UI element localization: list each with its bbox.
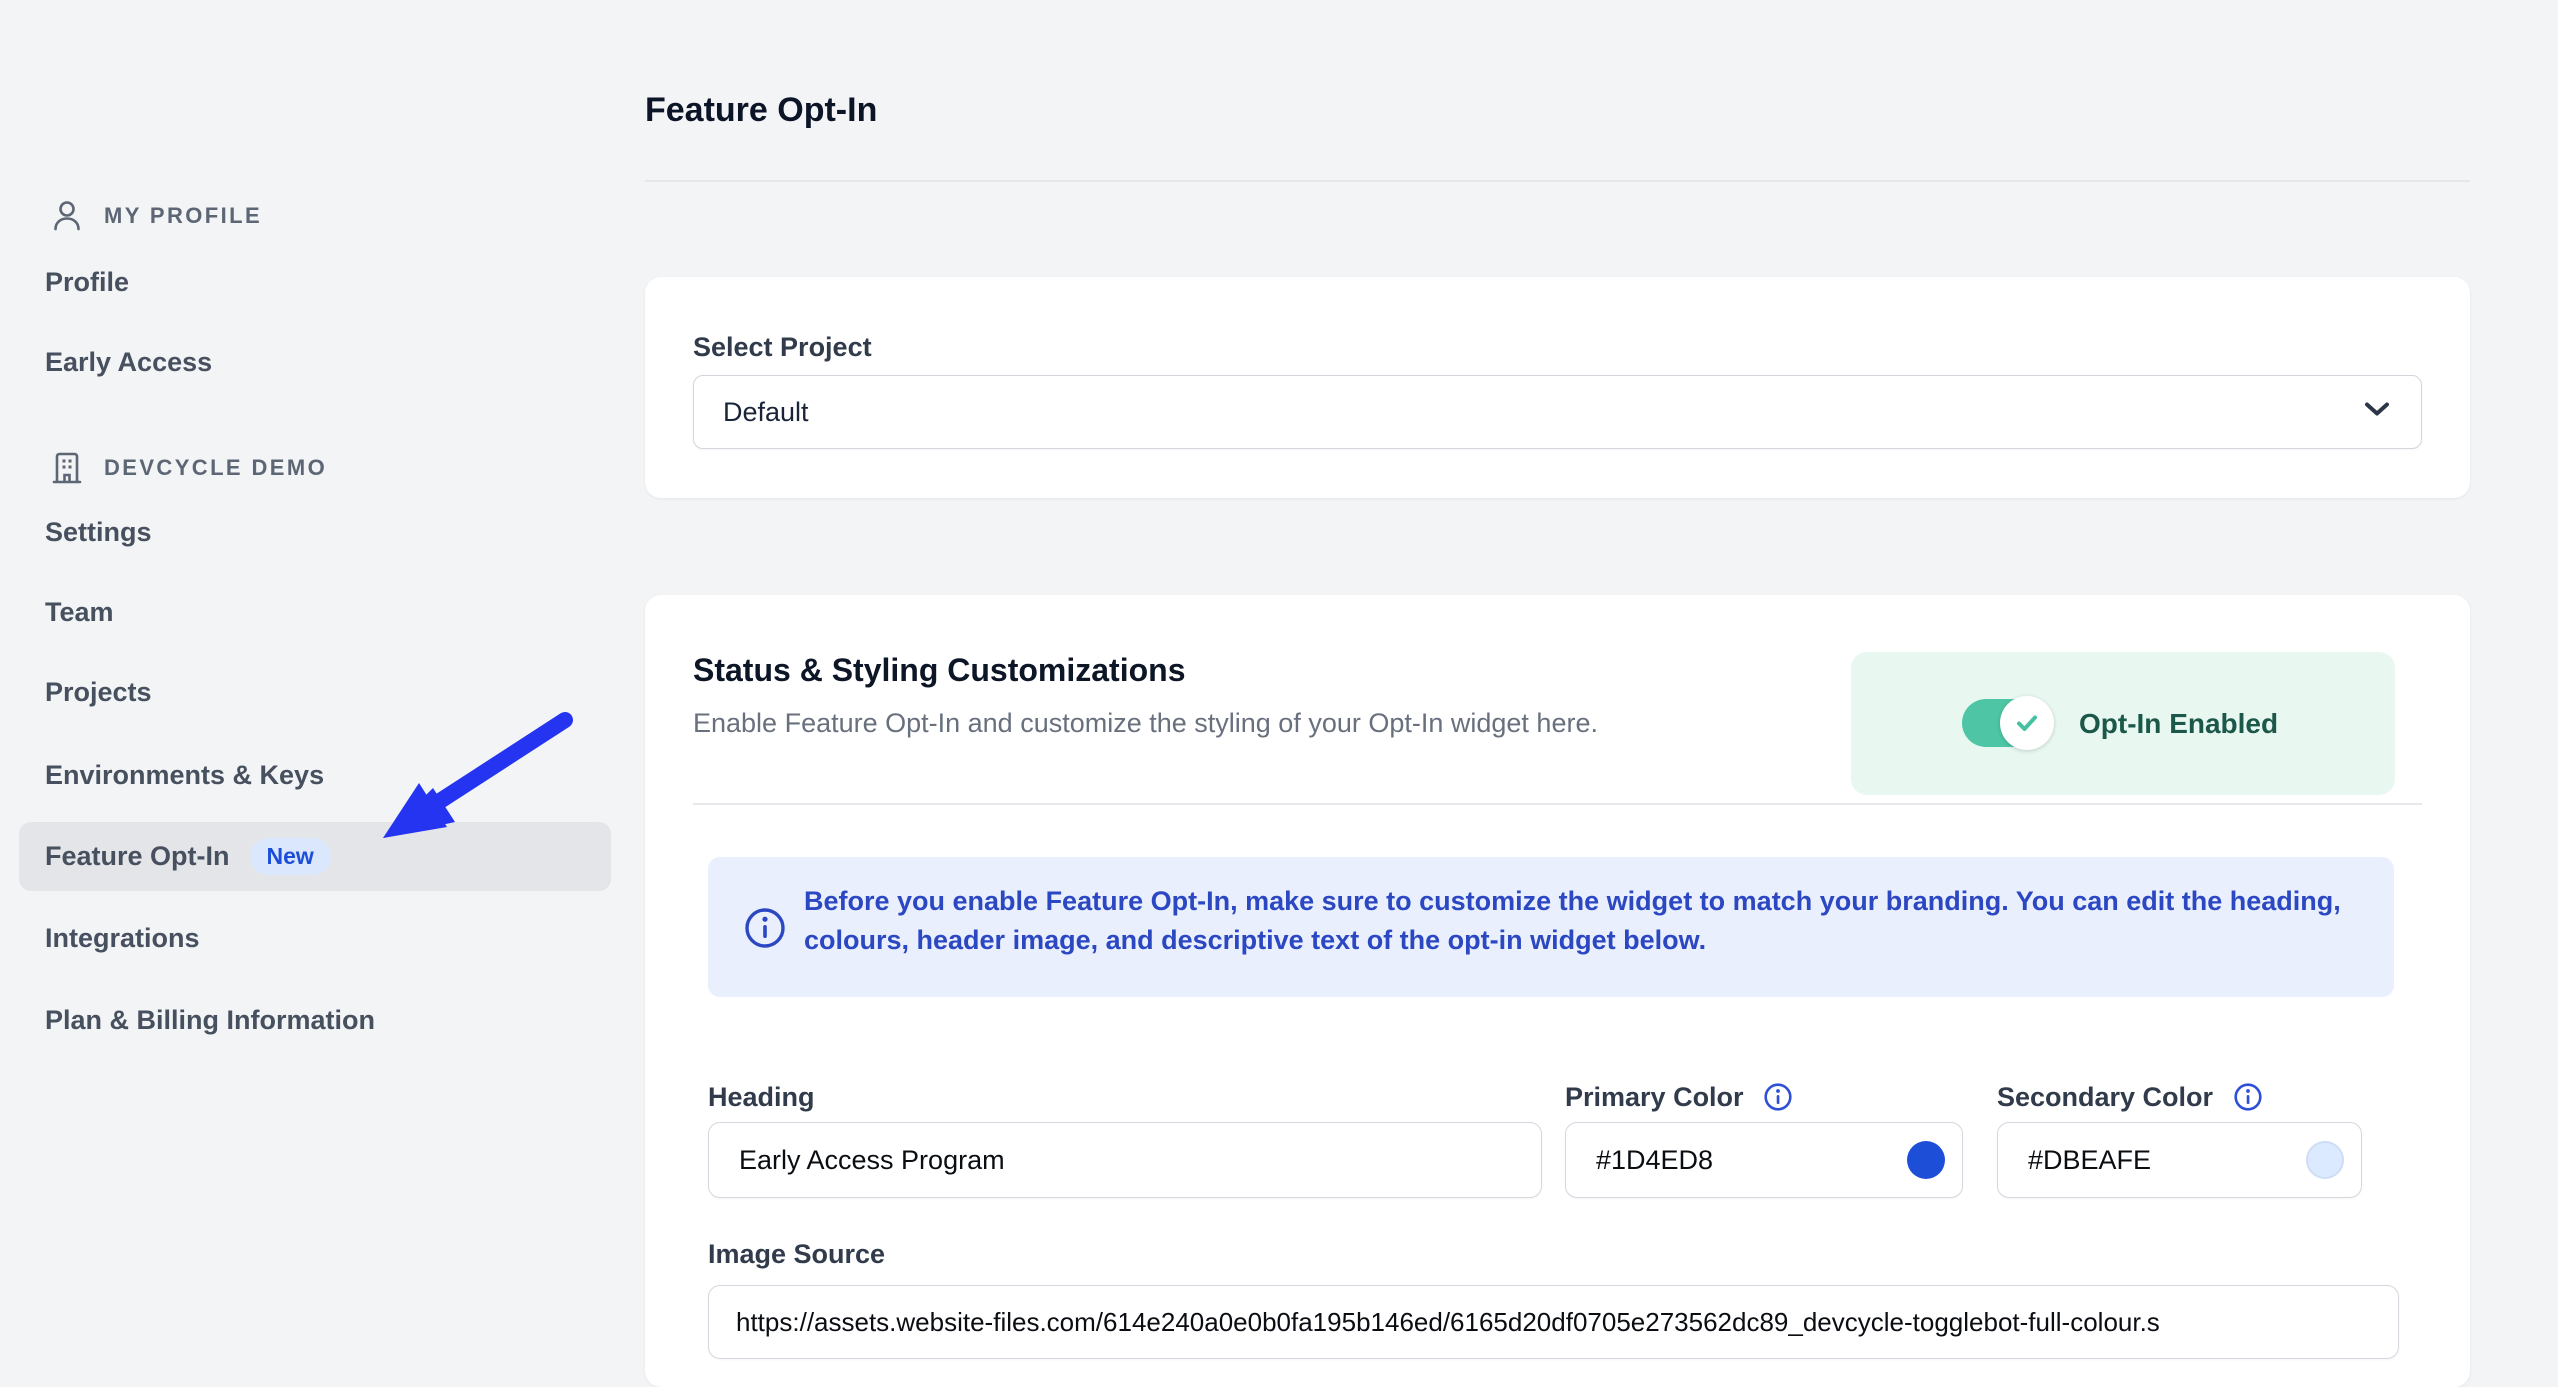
sidebar-item-settings[interactable]: Settings: [45, 512, 152, 552]
primary-color-input[interactable]: #1D4ED8: [1565, 1122, 1963, 1198]
sidebar-item-integrations[interactable]: Integrations: [45, 918, 200, 958]
secondary-color-swatch[interactable]: [2306, 1141, 2344, 1179]
opt-in-toggle-label: Opt-In Enabled: [2079, 707, 2279, 739]
sidebar-item-plan-billing[interactable]: Plan & Billing Information: [45, 1000, 375, 1040]
image-source-value: https://assets.website-files.com/614e240…: [736, 1306, 2160, 1337]
secondary-color-label: Secondary Color: [1997, 1081, 2263, 1119]
sidebar-section-label: MY PROFILE: [104, 203, 263, 228]
primary-color-label-text: Primary Color: [1565, 1082, 1744, 1112]
info-icon: [744, 907, 786, 954]
primary-color-swatch[interactable]: [1907, 1141, 1945, 1179]
image-source-label: Image Source: [708, 1239, 886, 1269]
info-banner-text: Before you enable Feature Opt-In, make s…: [804, 886, 2341, 955]
sidebar-item-projects[interactable]: Projects: [45, 672, 152, 712]
toggle-knob: [2000, 696, 2054, 750]
secondary-color-value: #DBEAFE: [2028, 1144, 2152, 1175]
primary-color-value: #1D4ED8: [1596, 1144, 1714, 1175]
opt-in-status-panel: Opt-In Enabled: [1851, 652, 2395, 795]
status-styling-card: Status & Styling Customizations Enable F…: [645, 595, 2470, 1387]
opt-in-toggle[interactable]: [1962, 696, 2054, 750]
sidebar-item-feature-opt-in[interactable]: Feature Opt-In New: [19, 822, 611, 891]
new-badge: New: [249, 838, 331, 875]
sidebar: MY PROFILE Profile Early Access DEVCYCLE…: [0, 0, 640, 1382]
sidebar-item-profile[interactable]: Profile: [45, 262, 129, 302]
main-content: Feature Opt-In Select Project Default St…: [645, 0, 2470, 1387]
select-project-card: Select Project Default: [645, 277, 2470, 498]
sidebar-item-early-access[interactable]: Early Access: [45, 342, 212, 382]
person-icon: [52, 200, 82, 232]
info-icon[interactable]: [1763, 1082, 1793, 1119]
secondary-color-label-text: Secondary Color: [1997, 1082, 2214, 1112]
image-source-input[interactable]: https://assets.website-files.com/614e240…: [708, 1285, 2399, 1359]
sidebar-section-devcycle-demo: DEVCYCLE DEMO: [52, 448, 327, 488]
secondary-color-input[interactable]: #DBEAFE: [1997, 1122, 2362, 1198]
chevron-down-icon: [2363, 401, 2391, 424]
header-divider: [645, 180, 2470, 182]
page-title: Feature Opt-In: [645, 91, 878, 129]
status-card-subtitle: Enable Feature Opt-In and customize the …: [693, 708, 1598, 738]
info-icon[interactable]: [2233, 1082, 2263, 1119]
status-card-title: Status & Styling Customizations: [693, 652, 1186, 688]
heading-label: Heading: [708, 1081, 815, 1113]
card-divider: [693, 803, 2422, 805]
project-select-value: Default: [723, 396, 809, 427]
sidebar-item-team[interactable]: Team: [45, 592, 114, 632]
sidebar-section-my-profile: MY PROFILE: [52, 196, 262, 236]
check-icon: [2017, 715, 2037, 731]
building-icon: [52, 452, 82, 484]
info-banner: Before you enable Feature Opt-In, make s…: [708, 857, 2394, 997]
project-select[interactable]: Default: [693, 375, 2422, 449]
sidebar-item-environments-keys[interactable]: Environments & Keys: [45, 755, 324, 795]
heading-label-text: Heading: [708, 1082, 815, 1112]
sidebar-section-label: DEVCYCLE DEMO: [104, 455, 328, 480]
primary-color-label: Primary Color: [1565, 1081, 1793, 1119]
select-project-label: Select Project: [693, 332, 872, 362]
heading-input[interactable]: Early Access Program: [708, 1122, 1542, 1198]
sidebar-item-label: Feature Opt-In: [45, 841, 230, 871]
heading-input-value: Early Access Program: [739, 1144, 1005, 1175]
